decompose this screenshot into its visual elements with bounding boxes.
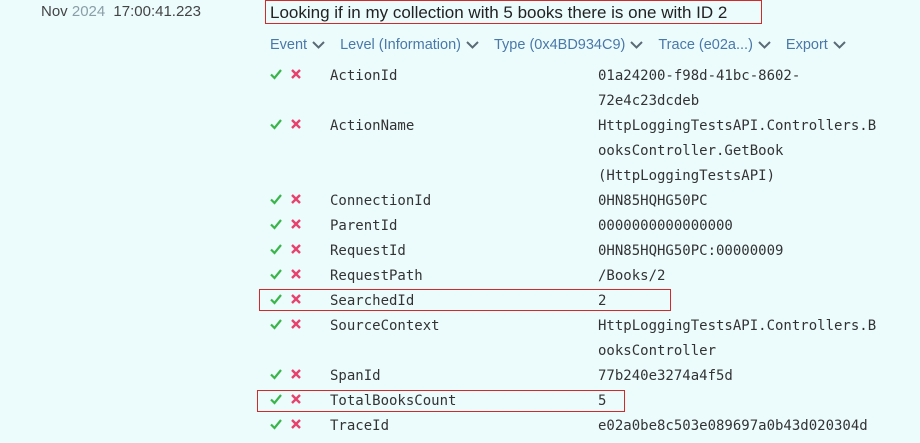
property-row: RequestPath/Books/2 (0, 264, 920, 289)
check-icon[interactable] (270, 218, 282, 230)
export-menu[interactable]: Export (786, 36, 846, 54)
filter-actions (270, 368, 310, 380)
property-row: ParentId 0000000000000000 (0, 214, 920, 239)
property-row: RequestId 0HN85HQHG50PC:00000009 (0, 239, 920, 264)
property-value-line: 0000000000000000 (598, 218, 733, 234)
property-value-line: HttpLoggingTestsAPI.Controllers.B (598, 318, 877, 334)
check-icon[interactable] (270, 368, 282, 380)
x-icon[interactable] (290, 368, 302, 380)
property-key: SpanId (330, 368, 381, 384)
property-value: 5 (598, 389, 898, 414)
event-message[interactable]: Looking if in my collection with 5 books… (265, 0, 762, 24)
property-key: ConnectionId (330, 193, 432, 209)
chevron-down-icon (630, 41, 644, 49)
check-icon[interactable] (270, 318, 282, 330)
check-icon[interactable] (270, 243, 282, 255)
property-row: TraceId e02a0be8c503e089697a0b43d020304d (0, 414, 920, 439)
x-icon[interactable] (290, 218, 302, 230)
check-icon[interactable] (270, 68, 282, 80)
property-value: HttpLoggingTestsAPI.Controllers.B ooksCon… (598, 114, 898, 189)
x-icon[interactable] (290, 118, 302, 130)
property-key: ActionName (330, 118, 415, 134)
property-value-line: 77b240e3274a4f5d (598, 368, 733, 384)
event-timestamp: Nov 2024 17:00:41.223 (41, 3, 201, 20)
property-key: RequestPath (330, 268, 423, 284)
event-year: 2024 (71, 3, 106, 20)
property-row: ActionId 01a24200-f98d-41bc-8602- 72e4c23d… (0, 64, 920, 114)
x-icon[interactable] (290, 268, 302, 280)
check-icon[interactable] (270, 418, 282, 430)
highlight-total-books-count (257, 390, 625, 412)
filter-actions (270, 318, 310, 330)
check-icon[interactable] (270, 118, 282, 130)
property-row: SpanId 77b240e3274a4f5d (0, 364, 920, 389)
property-row: SourceContext HttpLoggingTestsAPI.Control… (0, 314, 920, 364)
property-key: ParentId (330, 218, 398, 234)
trace-menu-label: Trace (e02a...) (658, 37, 753, 53)
property-value-line: 0HN85HQHG50PC (598, 193, 708, 209)
filter-actions (270, 68, 310, 80)
event-menu[interactable]: Event (270, 36, 325, 54)
property-row: ConnectionId 0HN85HQHG50PC (0, 189, 920, 214)
filter-actions (270, 268, 310, 280)
property-value-line: 5 (598, 393, 607, 409)
property-key: RequestId (330, 243, 406, 259)
filter-actions (270, 218, 310, 230)
property-value-line: 01a24200-f98d-41bc-8602- (598, 68, 801, 84)
filter-actions (270, 193, 310, 205)
event-menu-label: Event (270, 37, 308, 53)
level-menu-label: Level (Information) (340, 37, 461, 53)
x-icon[interactable] (290, 418, 302, 430)
filter-actions (270, 118, 310, 130)
property-value: 01a24200-f98d-41bc-8602- 72e4c23dcdeb (598, 64, 898, 114)
x-icon[interactable] (290, 68, 302, 80)
level-menu[interactable]: Level (Information) (340, 36, 479, 54)
property-key: SourceContext (330, 318, 440, 334)
chevron-down-icon (833, 41, 846, 49)
property-key: TraceId (330, 418, 390, 434)
event-toolbar: Event Level (Information) Type (0x4BD934… (270, 36, 861, 54)
property-key: ActionId (330, 68, 398, 84)
chevron-down-icon (312, 41, 325, 49)
property-value: 77b240e3274a4f5d (598, 364, 898, 389)
export-menu-label: Export (785, 37, 828, 53)
property-value: 0HN85HQHG50PC (598, 189, 898, 214)
event-date: Nov (41, 3, 68, 20)
property-value-line: ooksController (598, 343, 717, 359)
property-value-line: (HttpLoggingTestsAPI) (598, 168, 776, 184)
property-value-line: 0HN85HQHG50PC:00000009 (598, 243, 784, 259)
property-value: /Books/2 (598, 264, 898, 289)
chevron-down-icon (466, 41, 479, 49)
x-icon[interactable] (290, 193, 302, 205)
chevron-down-icon (758, 41, 771, 49)
highlight-searched-id (259, 289, 671, 311)
x-icon[interactable] (290, 318, 302, 330)
x-icon[interactable] (290, 243, 302, 255)
property-value: e02a0be8c503e089697a0b43d020304d (598, 414, 898, 439)
property-value-line: /Books/2 (598, 268, 666, 284)
property-value-line: e02a0be8c503e089697a0b43d020304d (598, 418, 868, 434)
filter-actions (270, 243, 310, 255)
property-value-line: 72e4c23dcdeb (598, 93, 700, 109)
check-icon[interactable] (270, 193, 282, 205)
type-menu-label: Type (0x4BD934C9) (493, 37, 626, 53)
property-value-line: HttpLoggingTestsAPI.Controllers.B (598, 118, 877, 134)
property-value: HttpLoggingTestsAPI.Controllers.B ooksCon… (598, 314, 898, 364)
property-value: 0HN85HQHG50PC:00000009 (598, 239, 898, 264)
property-value: 0000000000000000 (598, 214, 898, 239)
check-icon[interactable] (270, 268, 282, 280)
trace-menu[interactable]: Trace (e02a...) (658, 36, 771, 54)
type-menu[interactable]: Type (0x4BD934C9) (493, 36, 644, 54)
property-value-line: ooksController.GetBook (598, 143, 784, 159)
property-row: ActionName HttpLoggingTestsAPI.Controller… (0, 114, 920, 189)
filter-actions (270, 418, 310, 430)
event-time: 17:00:41.223 (113, 3, 201, 20)
